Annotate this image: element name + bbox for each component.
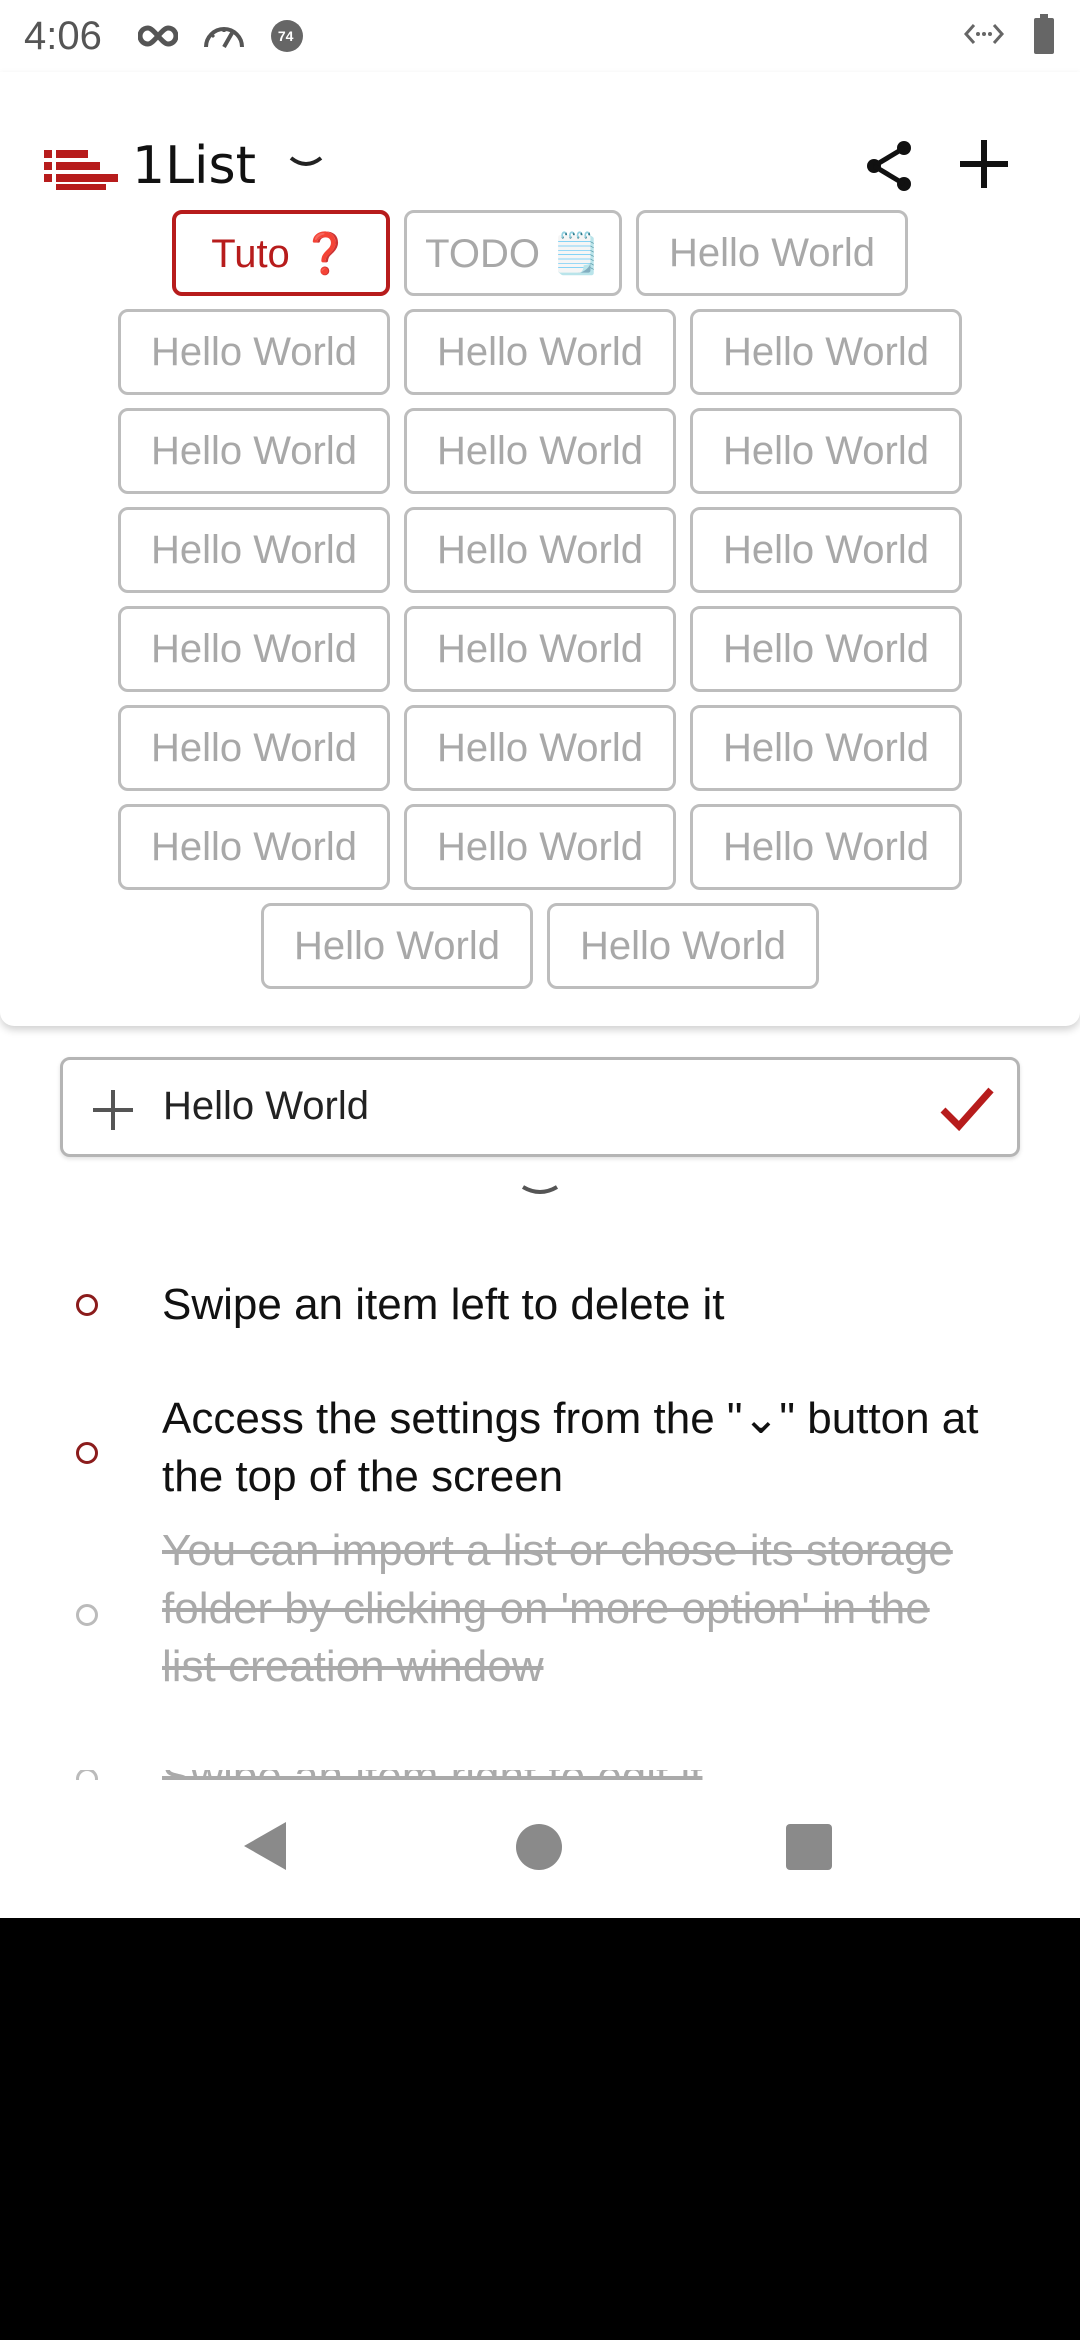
recents-icon[interactable] [786,1824,832,1870]
chip-list[interactable]: Hello World [404,804,676,890]
bullet-icon[interactable] [76,1604,98,1626]
add-item-field[interactable] [60,1057,1020,1157]
add-item-input[interactable] [163,1084,943,1129]
chip-row: Hello World Hello World Hello World [0,408,1080,494]
add-list-icon[interactable] [956,136,1012,192]
status-right [962,14,1056,59]
chip-row: Tuto ❓ TODO 🗒️ Hello World [0,210,1080,296]
app-title: 1List [132,136,256,196]
share-icon[interactable] [862,138,918,194]
chip-row: Hello World Hello World Hello World [0,705,1080,791]
chip-list[interactable]: Hello World [261,903,533,989]
bullet-icon[interactable] [76,1442,98,1464]
chip-list[interactable]: Hello World [404,606,676,692]
notification-badge-icon: 74 [270,19,320,53]
chip-list[interactable]: Hello World [118,507,390,593]
plus-icon [91,1088,135,1137]
battery-icon [1032,14,1056,59]
item-text: You can import a list or chose its stora… [162,1526,953,1691]
chip-list[interactable]: Hello World [690,804,962,890]
speedometer-icon [202,21,246,51]
chip-list[interactable]: Hello World [690,309,962,395]
chevron-down-icon[interactable] [520,1183,560,1206]
chip-list[interactable]: Hello World [690,606,962,692]
chip-list[interactable]: Hello World [690,705,962,791]
bullet-icon[interactable] [76,1294,98,1316]
data-sync-icon [962,19,1006,54]
chip-list[interactable]: Hello World [404,507,676,593]
chevron-down-icon[interactable] [288,154,324,179]
chip-list[interactable]: Hello World [636,210,908,296]
chip-tuto[interactable]: Tuto ❓ [172,210,390,296]
chip-row: Hello World Hello World Hello World [0,804,1080,890]
check-icon[interactable] [939,1084,995,1139]
header-card: 1List Tuto ❓ TODO 🗒️ Hello World Hello W… [0,72,1080,1026]
chip-list[interactable]: Hello World [404,705,676,791]
chip-row: Hello World Hello World Hello World [0,309,1080,395]
home-icon[interactable] [516,1824,562,1870]
chip-list[interactable]: Hello World [404,309,676,395]
status-time: 4:06 [24,13,102,58]
list-fade [0,1700,1080,1770]
chip-list[interactable]: Hello World [690,507,962,593]
app-screen: 4:06 74 1List Tuto ❓ TODO 🗒️ Hello World… [0,0,1080,1918]
item-text: Access the settings from the "⌄" button … [162,1394,979,1501]
chip-list[interactable]: Hello World [118,606,390,692]
item-text: Swipe an item left to delete it [162,1280,725,1329]
chip-list[interactable]: Hello World [118,705,390,791]
chip-row: Hello World Hello World [0,903,1080,989]
back-icon[interactable] [240,1818,290,1879]
chip-todo[interactable]: TODO 🗒️ [404,210,622,296]
infinity-icon [137,24,178,48]
chip-list[interactable]: Hello World [547,903,819,989]
badge-text: 74 [277,28,294,44]
chip-list[interactable]: Hello World [404,408,676,494]
navigation-bar [0,1780,1080,1918]
chip-list[interactable]: Hello World [118,408,390,494]
chip-row: Hello World Hello World Hello World [0,507,1080,593]
chip-list[interactable]: Hello World [118,804,390,890]
chip-list[interactable]: Hello World [690,408,962,494]
status-bar: 4:06 74 [0,0,1080,72]
chip-list[interactable]: Hello World [118,309,390,395]
toolbar: 1List [0,112,1080,212]
list-chips: Tuto ❓ TODO 🗒️ Hello World Hello World H… [0,210,1080,1002]
chip-row: Hello World Hello World Hello World [0,606,1080,692]
list-logo-icon [44,150,118,195]
